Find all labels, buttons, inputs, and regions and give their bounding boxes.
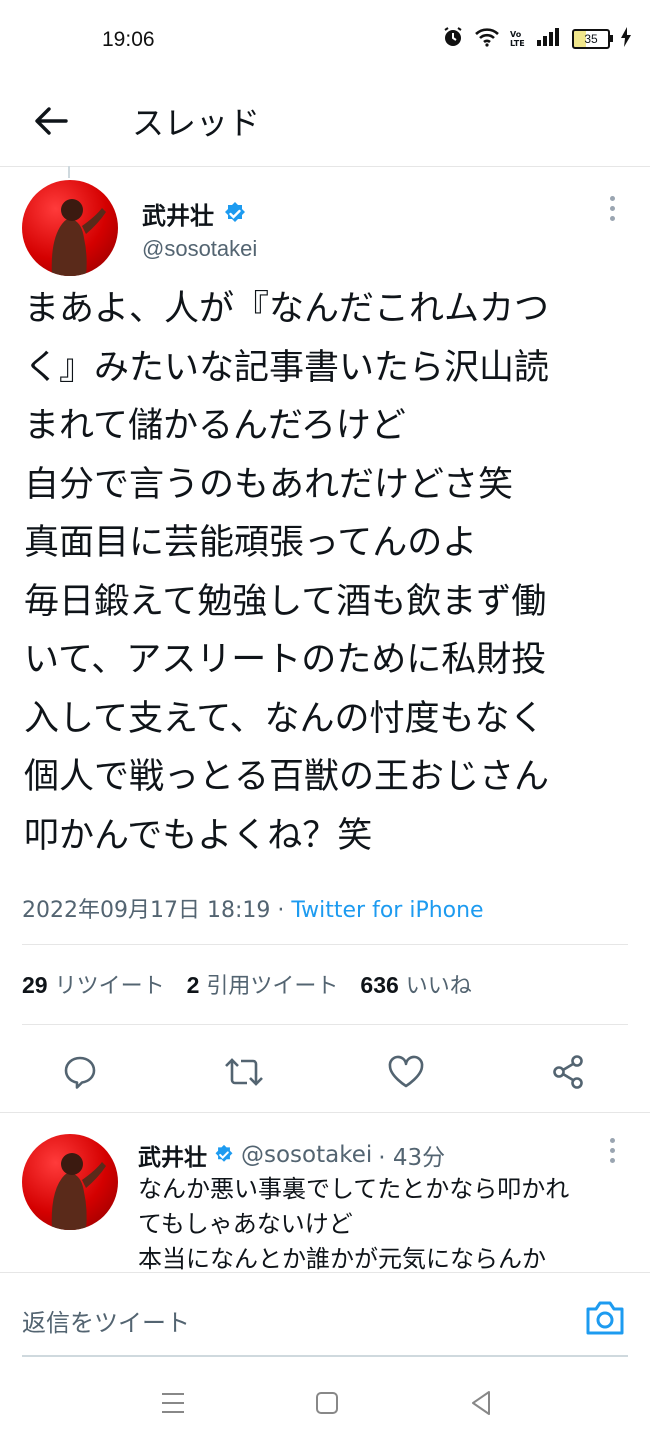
tweet-line: 真面目に芸能頑張ってんのよ [24,523,478,563]
reply-input[interactable]: 返信をツイート [22,1303,190,1338]
home-button[interactable] [312,1388,342,1418]
status-bar: 19:06 VoLTE 35 [0,0,650,80]
reply-composer: 返信をツイート [0,1272,650,1357]
system-back-button[interactable] [466,1388,496,1418]
verified-badge-icon [225,201,245,222]
like-label: いいね [405,974,472,999]
retweet-button[interactable] [222,1050,266,1094]
menu-lines-icon [162,1393,184,1413]
retweet-label: リツイート [54,974,165,999]
tweet-line: 自分で言うのもあれだけどさ笑 [24,464,513,505]
tweet-line: 個人で戦っとる百獣の王おじさん [24,757,550,797]
tweet-meta: 2022年09月17日 18:19 · Twitter for iPhone [22,892,484,924]
tweet-line: まあよ、人が『なんだこれムカつ [24,289,550,329]
like-count: 636 [360,972,399,998]
tweet-timestamp: 2022年09月17日 18:19 · [22,898,292,923]
like-count-link[interactable]: 636 いいね [360,968,471,1000]
retweet-icon [225,1058,263,1086]
alarm-icon [442,26,464,52]
reply-avatar[interactable] [22,1134,118,1230]
tweet-source-link[interactable]: Twitter for iPhone [291,898,483,923]
wifi-icon [474,27,500,51]
battery-indicator: 35 [572,29,613,49]
share-icon [553,1055,583,1089]
back-button[interactable] [30,100,72,142]
reply-time: · 43分 [378,1145,446,1171]
avatar[interactable] [22,180,118,276]
reply-line: なんか悪い事裏でしてたとかなら叩かれ [138,1175,570,1203]
recent-apps-button[interactable] [158,1388,188,1418]
system-nav-bar [0,1360,650,1444]
heart-icon [388,1055,424,1088]
avatar-image [51,1153,106,1230]
arrow-left-icon [35,107,68,135]
reply-author-name[interactable]: 武井壮 [138,1138,207,1172]
camera-button[interactable] [584,1299,626,1337]
tweet-line: 叩かんでもよくね？笑 [24,815,373,856]
input-underline [22,1355,628,1357]
tweet-line: いて、アスリートのために私財投 [24,640,547,680]
divider [0,1112,650,1113]
page-title: スレッド [132,104,261,142]
reply-icon [64,1056,96,1089]
author-name[interactable]: 武井壮 [142,196,214,231]
tweet-line: 入して支えて、なんの忖度もなく [24,698,545,739]
tweet-text: まあよ、人が『なんだこれムカつ く』みたいな記事書いたら沢山読 まれて儲かるんだ… [24,280,629,865]
thread-connector [68,166,70,178]
like-button[interactable] [384,1050,428,1094]
quote-count-link[interactable]: 2 引用ツイート [187,968,339,1000]
reply-header: 武井壮 @sosotakei · 43分 [138,1138,445,1172]
quote-count: 2 [186,972,200,998]
avatar-image [51,199,106,276]
reply-author-handle[interactable]: @sosotakei [241,1142,372,1168]
battery-level: 35 [584,32,598,46]
author-name-row: 武井壮 [142,196,248,231]
tweet-line: く』みたいな記事書いたら沢山読 [24,347,550,388]
tweet-stats: 29 リツイート 2 引用ツイート 636 いいね [22,968,472,1000]
verified-badge-icon [215,1144,233,1162]
retweet-count: 29 [22,972,48,998]
square-icon [316,1392,338,1414]
signal-icon [536,28,562,50]
thread-header: スレッド [0,80,650,167]
reply-line: てもしゃあないけど [138,1210,353,1238]
more-vertical-icon[interactable] [610,196,615,221]
divider [22,1024,628,1025]
triangle-back-icon [472,1391,490,1415]
status-icons: VoLTE 35 [442,26,632,52]
reply-button[interactable] [58,1050,102,1094]
author-handle[interactable]: @sosotakei [142,236,257,262]
volte-label: VoLTE [510,30,525,48]
status-time: 19:06 [102,28,155,51]
tweet-line: 毎日鍛えて勉強して酒も飲まず働 [24,581,547,622]
share-button[interactable] [546,1050,590,1094]
camera-icon [586,1301,624,1335]
quote-label: 引用ツイート [206,974,339,999]
more-vertical-icon[interactable] [610,1138,615,1163]
charging-icon [620,27,632,51]
retweet-count-link[interactable]: 29 リツイート [22,968,165,1000]
tweet-actions [22,1040,628,1100]
reply-text[interactable]: なんか悪い事裏でしてたとかなら叩かれ てもしゃあないけど 本当になんとか誰かが元… [138,1172,638,1277]
tweet-line: まれて儲かるんだろけど [24,406,406,446]
divider [22,944,628,945]
